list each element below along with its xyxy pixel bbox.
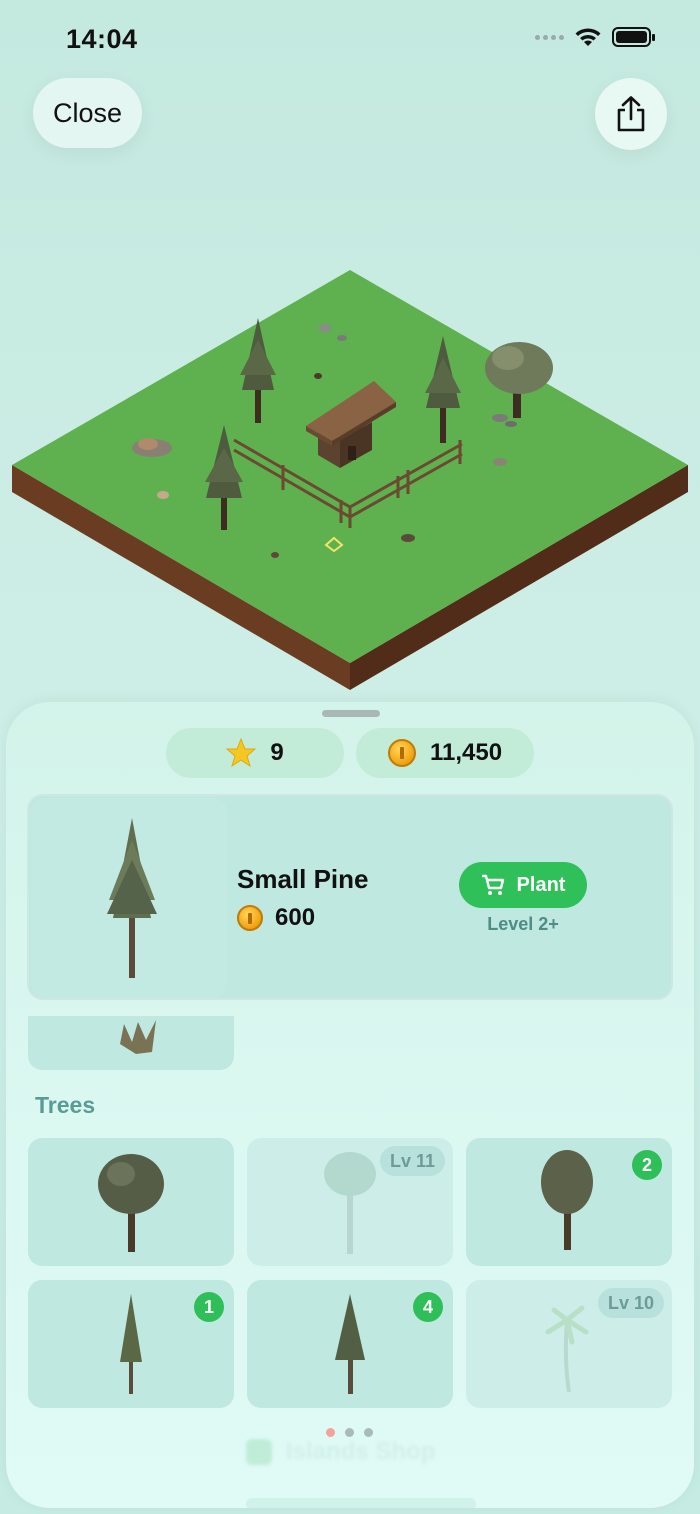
signal-icon (535, 34, 564, 40)
share-button[interactable] (595, 78, 667, 150)
coins-value: 11,450 (429, 739, 503, 766)
bush-item-card[interactable] (28, 1016, 234, 1070)
bush-icon (120, 1020, 156, 1054)
tree-tile-oak[interactable] (28, 1138, 234, 1266)
featured-item-card[interactable]: Small Pine 600 Plant Level 2+ (27, 794, 673, 1000)
status-time: 14:04 (66, 24, 138, 54)
stars-value: 9 (270, 739, 284, 766)
level-lock-badge: Lv 10 (597, 1288, 664, 1318)
featured-item-price: 600 (237, 904, 315, 932)
island-scene[interactable] (0, 250, 700, 710)
level-lock-badge: Lv 11 (379, 1146, 445, 1176)
section-title-trees: Trees (35, 1092, 96, 1118)
shop-icon (246, 1439, 272, 1465)
plant-button[interactable]: Plant (459, 862, 587, 908)
wifi-icon (575, 28, 601, 46)
cart-icon (481, 874, 504, 895)
level-requirement: Level 2+ (487, 914, 559, 934)
coin-icon (237, 905, 263, 931)
star-icon (226, 738, 257, 768)
close-button[interactable]: Close (33, 78, 142, 148)
battery-icon (612, 27, 655, 47)
owned-count-badge: 1 (194, 1292, 224, 1322)
faded-bar (246, 1498, 476, 1508)
stars-counter: 9 (166, 728, 344, 778)
featured-item-price-value: 600 (275, 904, 316, 931)
status-icons (535, 26, 656, 48)
tree-tile-small-pine[interactable]: 1 (28, 1280, 234, 1408)
owned-count-badge: 2 (632, 1150, 662, 1180)
faded-shop-label[interactable]: Islands Shop (246, 1438, 435, 1466)
oak-tree-icon (98, 1154, 164, 1252)
owned-count-badge: 4 (413, 1292, 443, 1322)
faded-shop-label-text: Islands Shop (286, 1438, 436, 1465)
tree-tile-round[interactable]: 2 (466, 1138, 672, 1266)
share-icon (617, 96, 645, 132)
plant-button-label: Plant (516, 873, 566, 896)
status-bar: 14:04 (0, 0, 700, 80)
tree-tile-birch[interactable]: Lv 11 (247, 1138, 453, 1266)
coin-icon (387, 739, 416, 767)
featured-item-image (31, 798, 227, 998)
tree-tile-pine[interactable]: 4 (247, 1280, 453, 1408)
featured-item-name: Small Pine (237, 864, 369, 894)
page-indicator[interactable] (326, 1428, 373, 1437)
shop-sheet: 9 11,450 Small Pine 600 Plant Level 2+ T… (6, 702, 694, 1508)
sheet-grabber[interactable] (322, 710, 380, 717)
tree-tile-palm[interactable]: Lv 10 (466, 1280, 672, 1408)
coins-counter: 11,450 (356, 728, 534, 778)
